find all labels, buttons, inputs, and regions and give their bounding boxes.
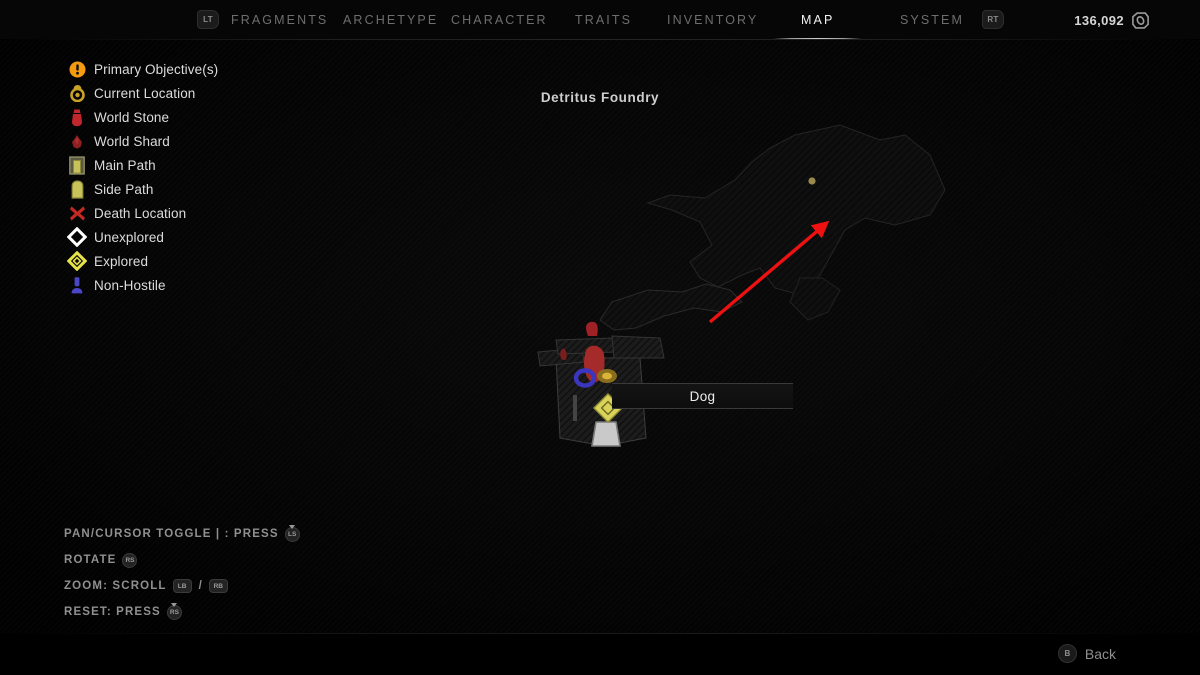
left-bumper-icon[interactable]: LT [197, 10, 219, 29]
back-button[interactable]: B Back [1057, 644, 1116, 663]
legend-item-unexplored: Unexplored [64, 225, 364, 249]
legend-label: Main Path [94, 157, 156, 173]
legend-label: Non-Hostile [94, 277, 166, 293]
legend-label: Death Location [94, 205, 187, 221]
currency-amount: 136,092 [1074, 12, 1124, 28]
control-hint-rotate: ROTATE RS [64, 547, 300, 573]
control-hint-pan-cursor-toggle: PAN/CURSOR TOGGLE | : PRESS LS [64, 521, 300, 547]
footer-bar: B Back [0, 633, 1200, 675]
tab-archetype[interactable]: ARCHETYPE [341, 0, 440, 40]
legend-label: Explored [94, 253, 149, 269]
legend-item-primary-objective: Primary Objective(s) [64, 57, 364, 81]
legend-item-side-path: Side Path [64, 177, 364, 201]
map-legend: Primary Objective(s) Current Location Wo… [64, 57, 364, 297]
map-region-corridor [599, 283, 743, 331]
control-hint-label: RESET: PRESS [64, 606, 161, 618]
right-stick-icon[interactable]: RS [122, 552, 138, 568]
legend-label: World Stone [94, 109, 170, 125]
tab-traits[interactable]: TRAITS [573, 0, 634, 40]
objective-icon [64, 58, 90, 80]
control-hint-label: ZOOM: SCROLL [64, 580, 167, 592]
legend-item-non-hostile: Non-Hostile [64, 273, 364, 297]
legend-label: Unexplored [94, 229, 165, 245]
control-hint-zoom: ZOOM: SCROLL LB / RB [64, 573, 300, 599]
control-hint-separator: / [198, 580, 202, 592]
b-button-icon[interactable]: B [1057, 644, 1077, 663]
map-tooltip: Dog [612, 383, 793, 409]
control-hints: PAN/CURSOR TOGGLE | : PRESS LS ROTATE RS… [64, 521, 300, 625]
non-hostile-icon [64, 274, 90, 296]
legend-item-main-path: Main Path [64, 153, 364, 177]
scrap-icon [1132, 11, 1149, 29]
death-location-icon [64, 202, 90, 224]
control-hint-label: PAN/CURSOR TOGGLE | : PRESS [64, 528, 279, 540]
left-bumper-icon[interactable]: LB [172, 579, 192, 593]
tab-character[interactable]: CHARACTER [449, 0, 550, 40]
legend-label: Current Location [94, 85, 196, 101]
tab-system[interactable]: SYSTEM [898, 0, 966, 40]
right-stick-icon[interactable]: RS [166, 602, 182, 620]
tab-fragments[interactable]: FRAGMENTS [229, 0, 330, 40]
world-stone-icon [64, 106, 90, 128]
currency-display: 136,092 [1074, 0, 1150, 40]
unexplored-icon [64, 226, 90, 248]
control-hint-reset: RESET: PRESS RS [64, 599, 300, 625]
legend-item-world-shard: World Shard [64, 129, 364, 153]
tab-inventory[interactable]: INVENTORY [665, 0, 760, 40]
right-bumper-icon[interactable]: RB [208, 579, 228, 593]
legend-item-death-location: Death Location [64, 201, 364, 225]
legend-item-current-location: Current Location [64, 81, 364, 105]
map-tooltip-label: Dog [689, 388, 716, 404]
left-stick-icon[interactable]: LS [284, 524, 300, 542]
legend-label: World Shard [94, 133, 170, 149]
map-marker-current-location [597, 369, 617, 383]
main-path-icon [64, 154, 90, 176]
side-path-icon [64, 178, 90, 200]
right-bumper-icon[interactable]: RT [982, 10, 1004, 29]
legend-label: Side Path [94, 181, 154, 197]
top-navigation-bar: LT FRAGMENTS ARCHETYPE CHARACTER TRAITS … [0, 0, 1200, 40]
explored-icon [64, 250, 90, 272]
back-button-label: Back [1084, 645, 1116, 662]
legend-item-explored: Explored [64, 249, 364, 273]
world-shard-icon [64, 130, 90, 152]
legend-label: Primary Objective(s) [94, 61, 219, 77]
tab-map[interactable]: MAP [772, 0, 864, 40]
control-hint-label: ROTATE [64, 554, 117, 566]
current-location-icon [64, 82, 90, 104]
legend-item-world-stone: World Stone [64, 105, 364, 129]
